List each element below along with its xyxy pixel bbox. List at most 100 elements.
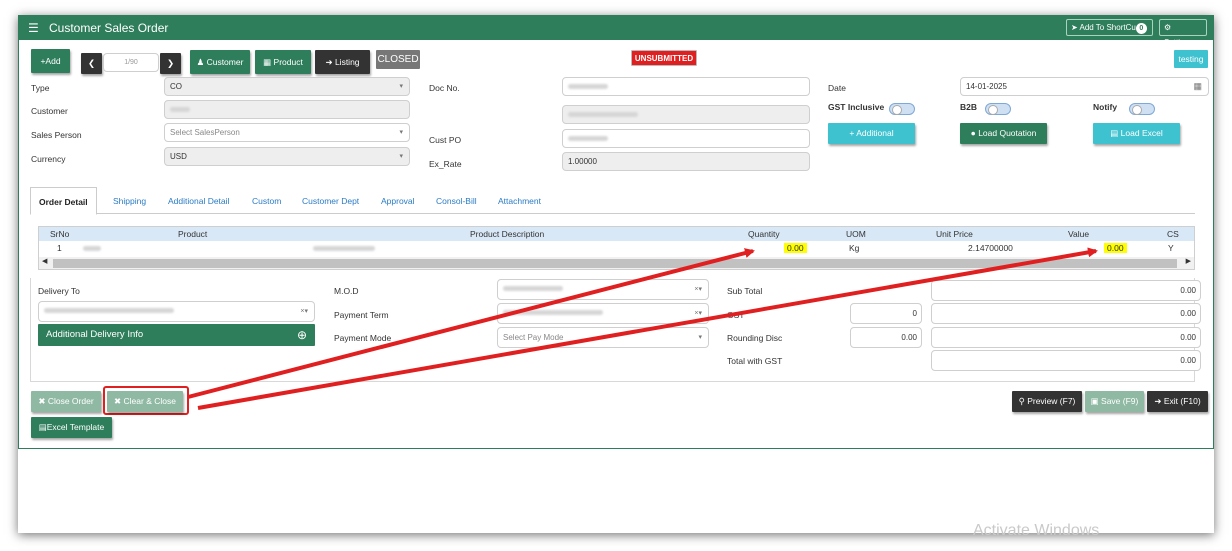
column-header-quantity: Quantity: [748, 229, 780, 239]
file-icon: ▤: [38, 422, 47, 432]
user-icon: ♟: [196, 57, 205, 67]
type-select[interactable]: CO ▾: [164, 77, 410, 96]
clear-icon[interactable]: ×▾: [694, 304, 702, 323]
redacted-text: [44, 308, 174, 314]
add-shortcut-button[interactable]: ➤ Add To ShortCu 0: [1066, 19, 1153, 36]
save-button[interactable]: ▣ Save (F9): [1085, 391, 1144, 412]
b2b-toggle[interactable]: [985, 103, 1011, 115]
payment-term-label: Payment Term: [334, 310, 389, 320]
additional-button[interactable]: + Additional: [828, 123, 915, 144]
scroll-left-icon[interactable]: ◀: [42, 257, 47, 265]
file-icon: ▤: [1110, 128, 1119, 138]
clear-icon[interactable]: ×▾: [694, 280, 702, 299]
load-excel-button[interactable]: ▤ Load Excel: [1093, 123, 1180, 144]
product-button[interactable]: ▦ Product: [255, 50, 311, 74]
ex-rate-label: Ex_Rate: [429, 159, 462, 169]
chevron-down-icon: ▾: [399, 153, 403, 160]
rounding-disc-label: Rounding Disc: [727, 333, 783, 343]
cust-po-input[interactable]: [562, 129, 810, 148]
order-detail-grid: SrNo Product Product Description Quantit…: [38, 226, 1195, 270]
listing-button[interactable]: ➜ Listing: [315, 50, 370, 74]
preview-button[interactable]: ⚲ Preview (F7): [1012, 391, 1082, 412]
chevron-down-icon: ▾: [399, 83, 403, 90]
grid-header: SrNo Product Product Description Quantit…: [39, 227, 1194, 241]
cell-quantity[interactable]: 0.00: [784, 241, 807, 255]
tab-shipping[interactable]: Shipping: [113, 196, 146, 206]
settings-button[interactable]: ⚙ Settings: [1159, 19, 1207, 47]
sales-person-select[interactable]: Select SalesPerson ▾: [164, 123, 410, 142]
customer-name-field: [562, 105, 810, 124]
status-badge-unsubmitted: UNSUBMITTED: [631, 50, 697, 66]
tab-customer-dept[interactable]: Customer Dept: [302, 196, 359, 206]
close-icon: ✖: [114, 396, 122, 406]
tab-approval[interactable]: Approval: [381, 196, 415, 206]
previous-record-button[interactable]: ❮: [81, 53, 102, 74]
table-row[interactable]: 1 0.00 Kg 2.14700000 0.00 Y: [39, 241, 1194, 255]
redacted-text: [503, 286, 563, 292]
calendar-icon[interactable]: ▦: [1193, 78, 1202, 95]
cell-uom: Kg: [849, 243, 860, 253]
horizontal-scrollbar[interactable]: ◀ ▶: [39, 257, 1194, 269]
gst-rate-input[interactable]: 0: [850, 303, 922, 324]
scroll-right-icon[interactable]: ▶: [1186, 257, 1191, 265]
rounding-disc-input[interactable]: 0.00: [850, 327, 922, 348]
chevron-down-icon: ▾: [399, 129, 403, 136]
payment-mode-select[interactable]: Select Pay Mode ▾: [497, 327, 709, 348]
payment-term-select[interactable]: ×▾: [497, 303, 709, 324]
delivery-to-select[interactable]: ×▾: [38, 301, 315, 322]
clear-close-button[interactable]: ✖ Clear & Close: [107, 391, 183, 412]
cell-product[interactable]: [83, 241, 101, 255]
excel-template-button[interactable]: ▤Excel Template: [31, 417, 112, 438]
activate-windows-watermark: Activate Windows: [973, 522, 1100, 539]
load-quotation-button[interactable]: ● Load Quotation: [960, 123, 1047, 144]
ex-rate-input[interactable]: 1.00000: [562, 152, 810, 171]
menu-icon[interactable]: ☰: [28, 21, 39, 35]
circle-icon: ●: [970, 128, 976, 138]
clear-icon[interactable]: ×▾: [300, 302, 308, 321]
column-header-srno: SrNo: [50, 229, 70, 239]
doc-no-label: Doc No.: [429, 83, 460, 93]
tab-additional-detail[interactable]: Additional Detail: [168, 196, 229, 206]
mod-select[interactable]: ×▾: [497, 279, 709, 300]
sales-order-form: ☰ Customer Sales Order ➤ Add To ShortCu 0…: [18, 15, 1214, 449]
chevron-right-icon: ❯: [166, 58, 175, 68]
doc-no-input[interactable]: [562, 77, 810, 96]
gst-inclusive-toggle[interactable]: [889, 103, 915, 115]
add-button[interactable]: +Add: [31, 49, 70, 73]
b2b-label: B2B: [960, 102, 978, 112]
page-title: Customer Sales Order: [49, 21, 169, 35]
tab-order-detail[interactable]: Order Detail: [30, 187, 97, 215]
close-order-button[interactable]: ✖ Close Order: [31, 391, 101, 412]
tab-custom[interactable]: Custom: [252, 196, 281, 206]
total-with-gst-field: 0.00: [931, 350, 1201, 371]
redacted-text: [568, 136, 608, 142]
tab-bar: Order Detail Shipping Additional Detail …: [30, 187, 1195, 215]
scrollbar-thumb[interactable]: [53, 259, 1177, 268]
shortcut-count-badge: 0: [1135, 23, 1147, 34]
floppy-icon: ▣: [1090, 396, 1099, 406]
record-navigator-input[interactable]: 1/90: [103, 53, 159, 72]
date-input[interactable]: 14-01-2025 ▦: [960, 77, 1209, 96]
notify-toggle[interactable]: [1129, 103, 1155, 115]
tab-attachment[interactable]: Attachment: [498, 196, 541, 206]
next-record-button[interactable]: ❯: [160, 53, 181, 74]
cell-product-description[interactable]: [313, 241, 375, 255]
currency-select[interactable]: USD ▾: [164, 147, 410, 166]
cell-value: 0.00: [1104, 241, 1127, 255]
exit-button[interactable]: ➜ Exit (F10): [1147, 391, 1208, 412]
customer-label: Customer: [31, 106, 68, 116]
additional-delivery-info-button[interactable]: Additional Delivery Info ⊕: [38, 324, 315, 346]
notify-label: Notify: [1093, 102, 1118, 112]
tab-consol-bill[interactable]: Consol-Bill: [436, 196, 477, 206]
payment-mode-label: Payment Mode: [334, 333, 392, 343]
gst-value-field: 0.00: [931, 303, 1201, 324]
cell-unit-price[interactable]: 2.14700000: [968, 241, 1013, 255]
rounding-disc-field: 0.00: [931, 327, 1201, 348]
cust-po-label: Cust PO: [429, 135, 462, 145]
mod-label: M.O.D: [334, 286, 359, 296]
redacted-text: [83, 246, 101, 252]
sub-total-label: Sub Total: [727, 286, 763, 296]
close-icon: ✖: [38, 396, 46, 406]
customer-button[interactable]: ♟ Customer: [190, 50, 250, 74]
chevron-left-icon: ❮: [87, 58, 96, 68]
